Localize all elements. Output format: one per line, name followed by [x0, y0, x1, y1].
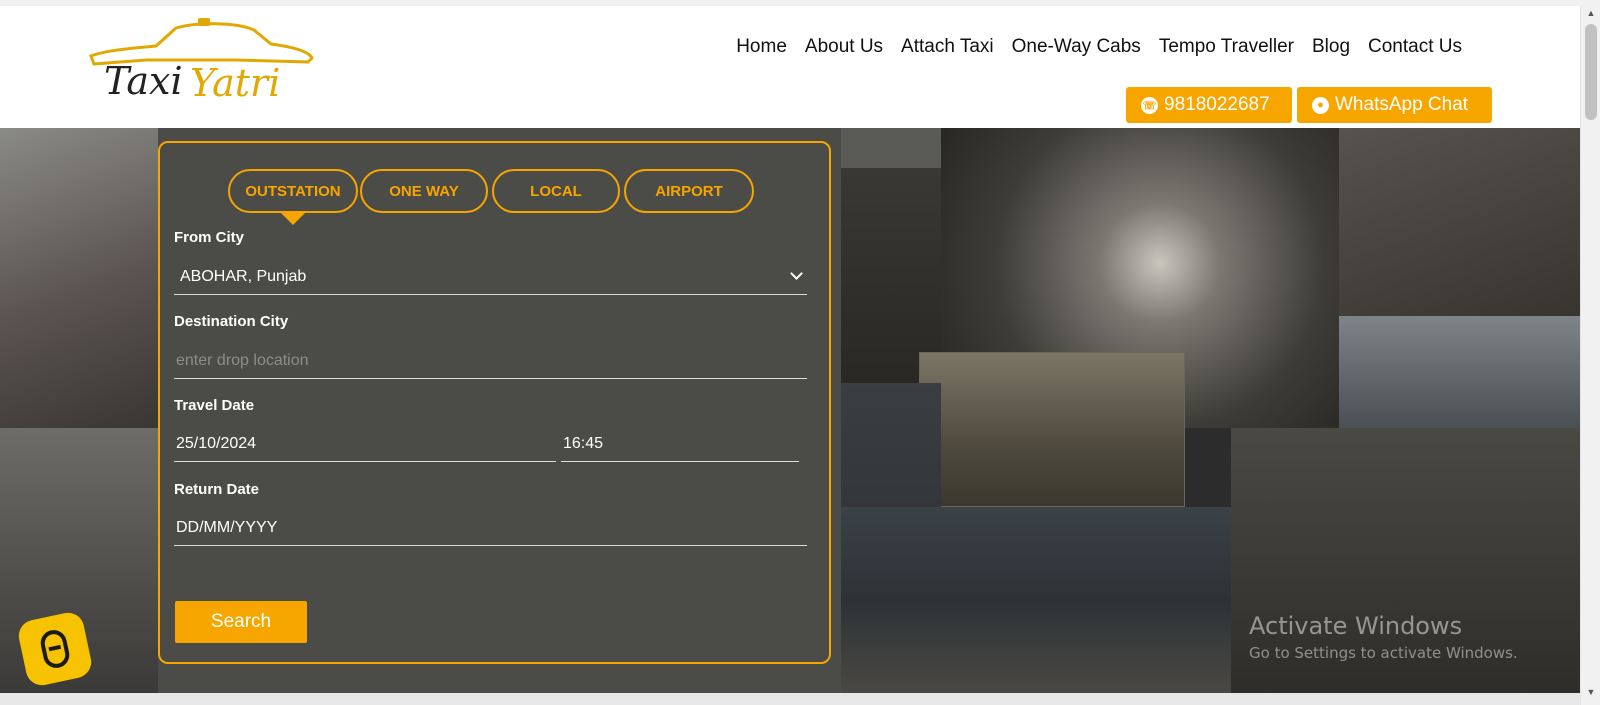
hero-photo-bookshelf: [841, 168, 941, 383]
scroll-down-arrow-icon[interactable]: ▼: [1581, 687, 1600, 701]
nav-about-us[interactable]: About Us: [805, 36, 883, 58]
nav-blog[interactable]: Blog: [1312, 36, 1350, 58]
whatsapp-chat-button[interactable]: ● WhatsApp Chat: [1297, 87, 1492, 123]
taxi-yatri-logo[interactable]: Taxi Yatri: [86, 16, 316, 111]
whatsapp-button-label: WhatsApp Chat: [1335, 94, 1469, 115]
scroll-up-arrow-icon[interactable]: ▲: [1581, 8, 1600, 22]
travel-date-input[interactable]: 25/10/2024: [174, 426, 556, 462]
hero-photo-friends: [0, 128, 160, 428]
windows-activation-title: Activate Windows: [1249, 612, 1463, 640]
chat-widget-icon[interactable]: [15, 609, 95, 689]
windows-activation-subtitle: Go to Settings to activate Windows.: [1249, 644, 1518, 662]
phone-icon: ☏: [1141, 96, 1158, 114]
site-header: Taxi Yatri Home About Us Attach Taxi One…: [0, 6, 1580, 128]
chat-widget-glyph: [38, 627, 72, 671]
tab-airport[interactable]: AIRPORT: [624, 169, 754, 213]
travel-date-label: Travel Date: [174, 397, 255, 414]
nav-home[interactable]: Home: [736, 36, 787, 58]
scrollbar-thumb[interactable]: [1585, 24, 1597, 120]
chevron-down-icon: [790, 267, 803, 280]
return-date-label: Return Date: [174, 481, 260, 498]
call-button[interactable]: ☏ 9818022687: [1126, 87, 1292, 123]
return-date-input[interactable]: DD/MM/YYYY: [174, 510, 807, 546]
hero-photo-paris: [919, 352, 1185, 507]
hero-photo-coast-town: [841, 507, 1231, 693]
page-bottom-strip: [0, 693, 1600, 705]
nav-contact-us[interactable]: Contact Us: [1368, 36, 1462, 58]
tab-one-way[interactable]: ONE WAY: [360, 169, 488, 213]
hero-photo-handshake: [1339, 128, 1580, 316]
search-button[interactable]: Search: [175, 601, 307, 643]
travel-time-input[interactable]: 16:45: [561, 426, 799, 462]
vertical-scrollbar[interactable]: ▲ ▼: [1580, 6, 1600, 705]
call-button-label: 9818022687: [1164, 94, 1270, 115]
destination-city-input[interactable]: enter drop location: [174, 343, 807, 379]
from-city-value: ABOHAR, Punjab: [180, 267, 307, 285]
from-city-label: From City: [174, 229, 245, 246]
main-nav: Home About Us Attach Taxi One-Way Cabs T…: [718, 36, 1462, 58]
logo-text-yatri: Yatri: [190, 61, 280, 105]
nav-attach-taxi[interactable]: Attach Taxi: [901, 36, 994, 58]
destination-city-label: Destination City: [174, 313, 289, 330]
hero-photo-top-strip: [841, 128, 941, 168]
tab-outstation[interactable]: OUTSTATION: [228, 169, 358, 225]
whatsapp-icon: ●: [1312, 96, 1329, 114]
nav-tempo-traveller[interactable]: Tempo Traveller: [1159, 36, 1294, 58]
logo-text-taxi: Taxi: [104, 59, 183, 103]
nav-one-way-cabs[interactable]: One-Way Cabs: [1012, 36, 1141, 58]
from-city-select[interactable]: ABOHAR, Punjab: [174, 259, 807, 295]
tab-local[interactable]: LOCAL: [492, 169, 620, 213]
booking-form: OUTSTATION ONE WAY LOCAL AIRPORT From Ci…: [158, 141, 831, 664]
